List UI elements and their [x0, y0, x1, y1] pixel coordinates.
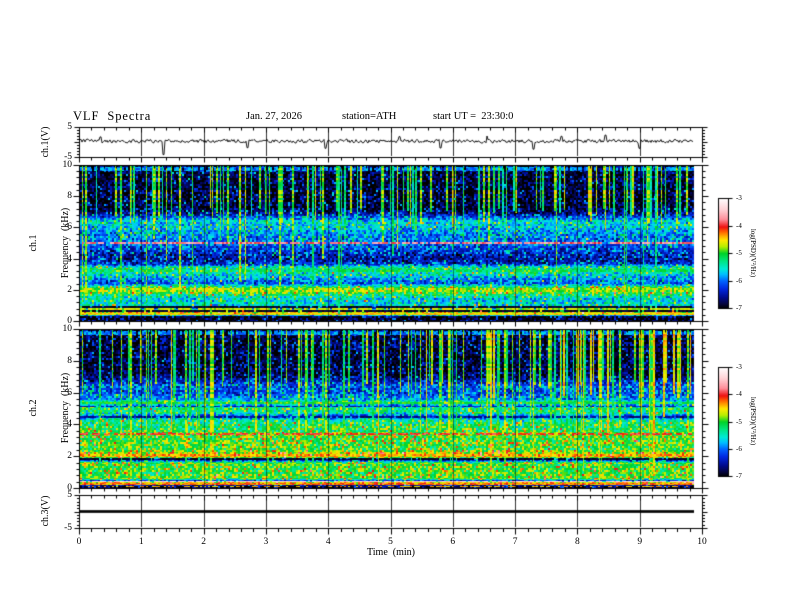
x-tick-label: 0 — [76, 537, 82, 547]
y-tick-label-ch2_spec: 10 — [62, 324, 73, 334]
y-tick-label-ch1_spec: 8 — [67, 191, 72, 202]
x-tick-label: 7 — [512, 537, 518, 547]
y-tick-label-ch1_spec: 4 — [67, 253, 72, 264]
colorbar-tick-label-1: -5 — [736, 249, 742, 257]
y-tick-label-ch3_wave: -5 — [64, 523, 72, 533]
x-tick-label: 5 — [388, 537, 393, 547]
x-tick-label: 1 — [138, 537, 144, 547]
y-axis-label-ch1v: ch.1(V) — [39, 126, 51, 158]
colorbar-tick-label-2: -4 — [736, 390, 742, 399]
x-tick-label: 4 — [325, 537, 331, 547]
vlf-spectra-figure: VLF Spectra Jan. 27, 2026 station=ATH st… — [0, 0, 792, 612]
x-axis-label: Time (min) — [367, 547, 415, 558]
x-tick-label: 6 — [450, 537, 456, 547]
y-tick-label-ch2_spec: 2 — [67, 451, 72, 462]
y-tick-label-ch1_spec: 6 — [67, 222, 72, 233]
colorbar-tick-label-2: -5 — [736, 417, 742, 426]
x-tick-label: 9 — [637, 537, 643, 547]
y-tick-label-ch2_spec: 8 — [67, 355, 72, 366]
header-station: station=ATH — [342, 111, 397, 122]
header-start-ut: start UT = 23:30:0 — [433, 111, 514, 122]
x-tick-label: 3 — [263, 537, 269, 547]
plot-canvas — [0, 0, 792, 612]
y-axis-label-ch2: ch.2 — [28, 399, 39, 417]
y-axis-label-ch3v: ch.3(V) — [39, 495, 51, 527]
y-axis-label-frequency-khz-2: Frequency (kHz) — [59, 372, 71, 444]
colorbar-tick-label-1: -6 — [736, 276, 742, 285]
colorbar-tick-label-1: -7 — [736, 304, 742, 312]
y-tick-label-ch1_spec: 2 — [67, 284, 72, 295]
colorbar-tick-label-2: -6 — [736, 444, 742, 453]
colorbar-tick-label-2: -7 — [736, 472, 742, 480]
x-tick-label: 2 — [201, 537, 206, 547]
y-axis-label-frequency-khz-1: Frequency (kHz) — [59, 207, 71, 279]
colorbar-tick-label-2: -3 — [736, 363, 742, 371]
colorbar-label-1: log(PSD)(V²/Hz) — [749, 228, 757, 278]
y-axis-label-ch1-frequency: ch.1 Frequency (kHz) — [8, 208, 92, 279]
colorbar-tick-label-1: -4 — [736, 221, 742, 230]
y-tick-label-ch1_wave: 5 — [67, 122, 72, 132]
header-date: Jan. 27, 2026 — [246, 111, 302, 122]
y-axis-label-ch2-frequency: ch.2 Frequency (kHz) — [8, 373, 92, 444]
y-tick-label-ch3_wave: 5 — [67, 490, 72, 500]
x-tick-label: 8 — [575, 537, 580, 547]
x-tick-label: 10 — [697, 537, 707, 547]
figure-title: VLF Spectra — [73, 109, 152, 123]
colorbar-label-2: log(PSD)(V²/Hz) — [749, 396, 757, 446]
y-tick-label-ch1_spec: 10 — [62, 160, 73, 170]
y-tick-label-ch2_spec: 4 — [67, 419, 72, 430]
y-tick-label-ch2_spec: 6 — [67, 387, 72, 398]
colorbar-tick-label-1: -3 — [736, 194, 742, 202]
y-axis-label-ch1: ch.1 — [28, 234, 39, 252]
